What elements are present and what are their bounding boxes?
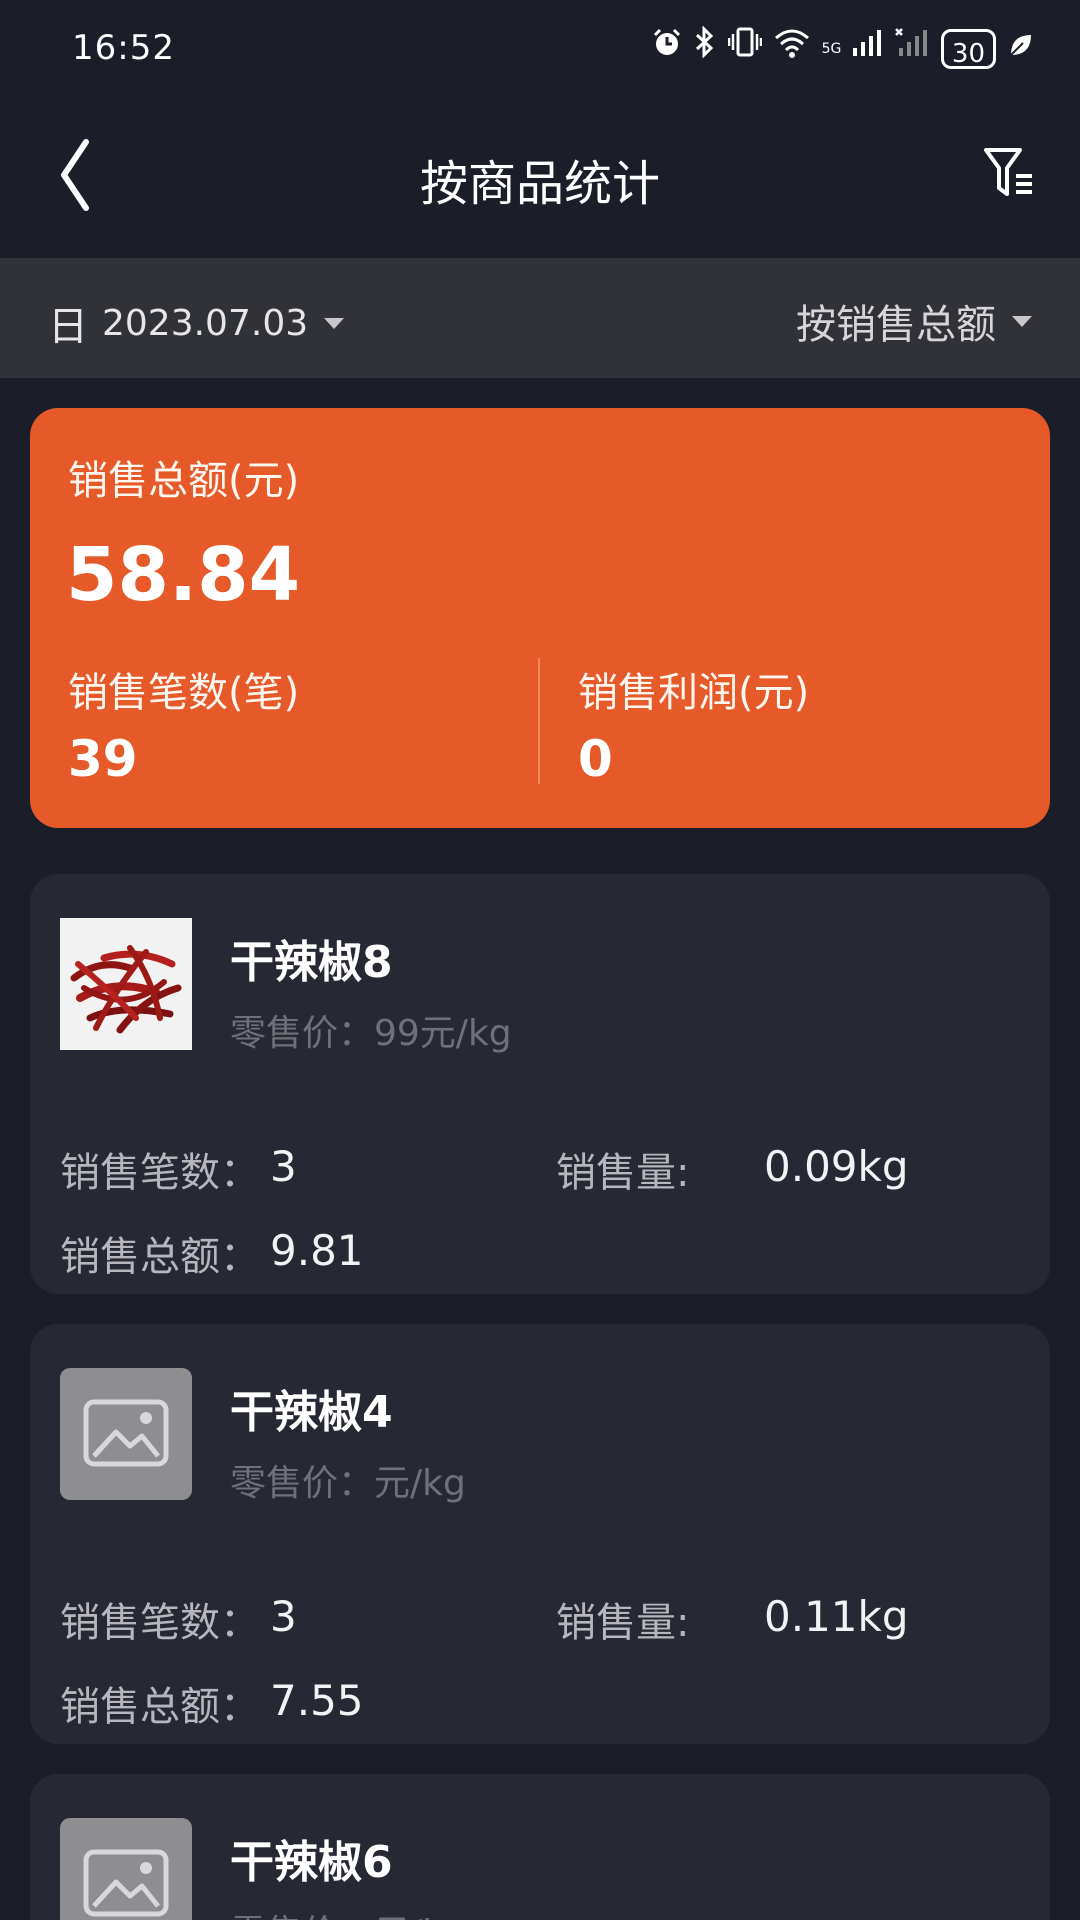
status-icons: 5G 30 (652, 25, 1034, 71)
period-label: 日 (48, 304, 88, 350)
filter-icon (984, 148, 1032, 196)
sales-profit-label: 销售利润(元) (578, 670, 810, 716)
sort-value: 按销售总额 (796, 302, 996, 348)
filter-bar: 日 2023.07.03 按销售总额 (0, 258, 1080, 378)
product-card[interactable]: 干辣椒6 零售价：元/k (30, 1774, 1050, 1920)
sales-profit-value: 0 (578, 730, 613, 788)
sales-total-value: 7.55 (270, 1676, 364, 1725)
sales-count-value: 3 (270, 1142, 297, 1191)
battery-icon: 30 (940, 28, 996, 69)
product-price: 零售价：元/k (230, 1904, 443, 1920)
image-placeholder-icon (60, 1818, 192, 1920)
status-time: 16:52 (72, 28, 175, 68)
filter-button[interactable] (980, 144, 1040, 204)
date-value: 2023.07.03 (102, 302, 309, 344)
caret-down-icon (1012, 315, 1032, 327)
sales-total-value: 9.81 (270, 1226, 364, 1275)
product-name: 干辣椒6 (230, 1837, 393, 1888)
sales-count-label: 销售笔数： (60, 1150, 260, 1196)
signal-5g-icon: 5G (822, 27, 883, 71)
summary-card: 销售总额(元) 58.84 销售笔数(笔) 39 销售利润(元) 0 (30, 408, 1050, 828)
chili-photo (60, 918, 192, 1050)
total-sales-value: 58.84 (66, 532, 301, 618)
bluetooth-icon (694, 25, 716, 71)
total-sales-label: 销售总额(元) (68, 458, 300, 504)
date-picker[interactable]: 日 2023.07.03 (48, 294, 345, 352)
header: 按商品统计 (0, 100, 1080, 258)
divider (538, 658, 540, 784)
wifi-icon (774, 27, 810, 71)
signal-x-icon (895, 27, 929, 71)
sales-count-label: 销售笔数(笔) (68, 670, 300, 716)
sales-qty-value: 0.09kg (764, 1142, 909, 1191)
vibrate-icon (727, 26, 762, 71)
sales-total-label: 销售总额： (60, 1234, 260, 1280)
sales-total-label: 销售总额： (60, 1684, 260, 1730)
sales-count-value: 3 (270, 1592, 297, 1641)
leaf-icon (1008, 27, 1034, 71)
product-name: 干辣椒8 (230, 937, 393, 988)
sort-picker[interactable]: 按销售总额 (796, 292, 1032, 350)
sales-qty-label: 销售量: (556, 1150, 690, 1196)
sales-count-value: 39 (68, 730, 138, 788)
sales-qty-label: 销售量: (556, 1600, 690, 1646)
image-placeholder-icon (60, 1368, 192, 1500)
product-card[interactable]: 干辣椒8 零售价：99元/kg 销售笔数： 3 销售量: 0.09kg 销售总额… (30, 874, 1050, 1294)
sales-count-label: 销售笔数： (60, 1600, 260, 1646)
product-name: 干辣椒4 (230, 1387, 393, 1438)
sales-qty-value: 0.11kg (764, 1592, 909, 1641)
product-card[interactable]: 干辣椒4 零售价：元/kg 销售笔数： 3 销售量: 0.11kg 销售总额： … (30, 1324, 1050, 1744)
caret-down-icon (324, 317, 345, 329)
status-bar: 16:52 5G 30 (0, 0, 1080, 100)
product-price: 零售价：元/kg (230, 1463, 466, 1504)
product-price: 零售价：99元/kg (230, 1013, 512, 1054)
page-title: 按商品统计 (419, 156, 660, 212)
alarm-icon (652, 27, 682, 71)
